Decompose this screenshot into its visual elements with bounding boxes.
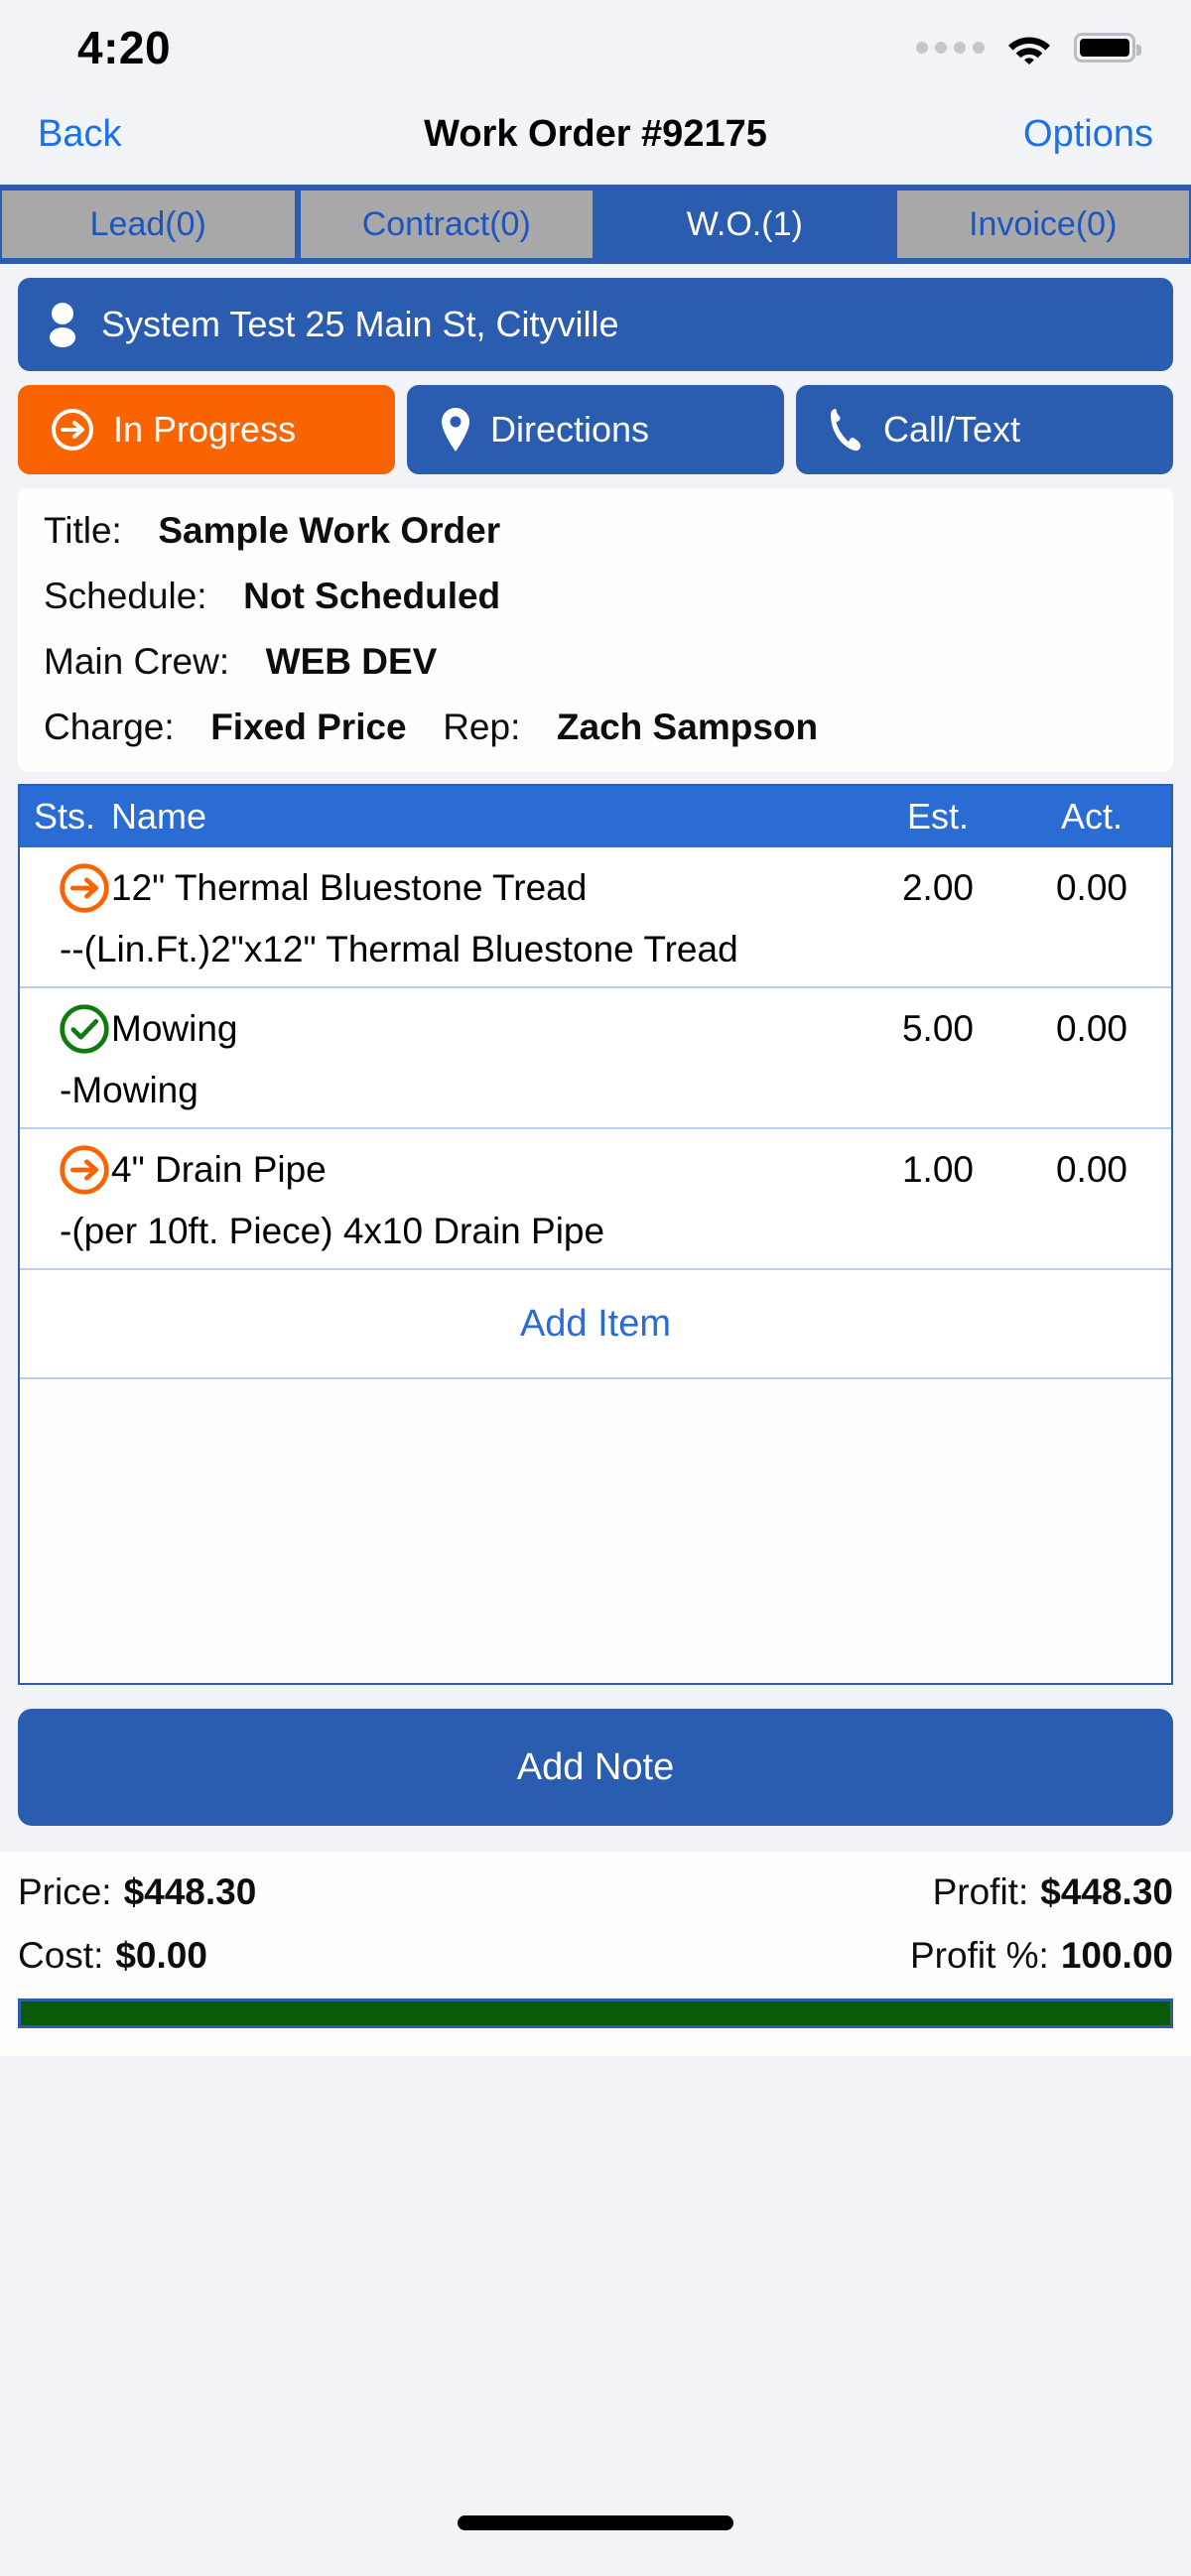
table-header: Sts. Name Est. Act. [20,786,1171,847]
work-order-details-card: Title: Sample Work Order Schedule: Not S… [18,488,1173,772]
cost-label: Cost: [18,1935,104,1976]
detail-charge-value: Fixed Price [210,707,407,747]
detail-title-label: Title: [44,510,122,551]
home-indicator[interactable] [458,2514,733,2530]
directions-button-label: Directions [490,409,650,450]
call-text-button[interactable]: Call/Text [796,385,1173,474]
person-icon [50,303,75,347]
row-act-cell: 0.00 [1055,1149,1127,1190]
detail-rep-value: Zach Sampson [556,707,819,747]
app-screen: 4:20 Back Work Order #92175 Options Lead… [0,0,1191,2576]
add-note-button[interactable]: Add Note [18,1709,1173,1826]
row-act-cell: 0.00 [1055,1008,1127,1049]
profit-percent-cell: Profit %: 100.00 [910,1935,1173,1977]
price-value: $448.30 [123,1871,257,1912]
detail-charge-label: Charge: [44,707,175,747]
cost-cell: Cost: $0.00 [18,1935,207,1977]
line-items-table: Sts. Name Est. Act. 12" Thermal Blueston… [18,784,1173,1685]
profit-percent-label: Profit %: [910,1935,1049,1976]
add-item-row[interactable]: Add Item [20,1270,1171,1379]
cost-value: $0.00 [115,1935,207,1976]
row-name-cell: 4" Drain Pipe [111,1149,327,1190]
status-time: 4:20 [77,22,172,73]
add-item-link[interactable]: Add Item [520,1303,671,1346]
profit-progress-fill [21,2001,1170,2025]
arrow-right-circle-icon [60,1145,109,1195]
table-row-main: Mowing 5.00 0.00 [20,998,1171,1060]
detail-charge-rep-row: Charge: Fixed Price Rep: Zach Sampson [44,707,1147,748]
price-cell: Price: $448.30 [18,1871,256,1913]
detail-schedule-value: Not Scheduled [243,576,501,616]
wifi-icon [1008,37,1050,64]
row-est-cell: 1.00 [901,1149,974,1190]
table-row-main: 4" Drain Pipe 1.00 0.00 [20,1139,1171,1201]
detail-title-value: Sample Work Order [158,510,501,551]
action-button-row: In Progress Directions Call/Text [18,385,1173,474]
table-empty-area [20,1379,1171,1683]
profit-percent-value: 100.00 [1060,1935,1173,1976]
profit-progress-bar [18,1998,1173,2028]
row-est-cell: 2.00 [901,867,974,908]
table-row[interactable]: 4" Drain Pipe 1.00 0.00 -(per 10ft. Piec… [20,1129,1171,1270]
status-bar: 4:20 [0,0,1191,95]
customer-name: System Test 25 Main St, Cityville [101,304,619,344]
column-header-name: Name [111,796,207,837]
status-indicators [916,31,1141,64]
profit-cell: Profit: $448.30 [933,1871,1173,1913]
navigation-bar: Back Work Order #92175 Options [0,95,1191,173]
call-text-button-label: Call/Text [883,409,1021,450]
detail-schedule-label: Schedule: [44,576,207,616]
row-description: -(per 10ft. Piece) 4x10 Drain Pipe [60,1211,605,1251]
detail-schedule-row: Schedule: Not Scheduled [44,576,1147,617]
row-est-cell: 5.00 [901,1008,974,1049]
financial-summary: Price: $448.30 Profit: $448.30 Cost: $0.… [0,1852,1191,2056]
record-type-tabs: Lead(0) Contract(0) W.O.(1) Invoice(0) [0,185,1191,264]
table-row[interactable]: Mowing 5.00 0.00 -Mowing [20,988,1171,1129]
directions-button[interactable]: Directions [407,385,784,474]
map-pin-icon [442,408,469,451]
detail-crew-value: WEB DEV [265,641,438,682]
home-indicator-area [0,2469,1191,2576]
row-description: --(Lin.Ft.)2"x12" Thermal Bluestone Trea… [60,929,738,969]
battery-full-icon [1074,33,1141,63]
options-button[interactable]: Options [1023,113,1153,156]
detail-crew-row: Main Crew: WEB DEV [44,641,1147,683]
row-status-cell[interactable] [20,1143,111,1197]
detail-title-row: Title: Sample Work Order [44,510,1147,552]
tab-invoice[interactable]: Invoice(0) [896,191,1189,258]
tab-contract[interactable]: Contract(0) [300,191,593,258]
tab-lead[interactable]: Lead(0) [2,191,295,258]
detail-crew-label: Main Crew: [44,641,230,682]
profit-value: $448.30 [1040,1871,1173,1912]
page-title: Work Order #92175 [424,112,767,155]
customer-bar[interactable]: System Test 25 Main St, Cityville [18,278,1173,371]
check-circle-icon [60,1004,109,1054]
tab-work-order[interactable]: W.O.(1) [598,191,891,258]
table-row-main: 12" Thermal Bluestone Tread 2.00 0.00 [20,857,1171,919]
column-header-status: Sts. [34,796,96,837]
main-content: System Test 25 Main St, Cityville In Pro… [0,264,1191,1685]
row-name-cell: Mowing [111,1008,238,1049]
profit-label: Profit: [932,1871,1029,1912]
row-name-cell: 12" Thermal Bluestone Tread [111,867,588,908]
column-header-act: Act. [1060,796,1123,837]
detail-rep-label: Rep: [443,707,521,747]
row-act-cell: 0.00 [1055,867,1127,908]
table-row[interactable]: 12" Thermal Bluestone Tread 2.00 0.00 --… [20,847,1171,988]
row-description: -Mowing [60,1070,198,1110]
arrow-right-circle-icon [60,863,109,913]
column-header-est: Est. [906,796,969,837]
summary-row-cost-profitpct: Cost: $0.00 Profit %: 100.00 [18,1935,1173,1977]
signal-dots-icon [916,42,985,54]
summary-row-price-profit: Price: $448.30 Profit: $448.30 [18,1871,1173,1913]
phone-icon [831,409,860,451]
status-button[interactable]: In Progress [18,385,395,474]
arrow-right-circle-icon [52,409,93,451]
price-label: Price: [18,1871,112,1912]
row-status-cell[interactable] [20,1002,111,1056]
back-button[interactable]: Back [38,113,121,156]
row-status-cell[interactable] [20,861,111,915]
status-button-label: In Progress [113,409,297,450]
